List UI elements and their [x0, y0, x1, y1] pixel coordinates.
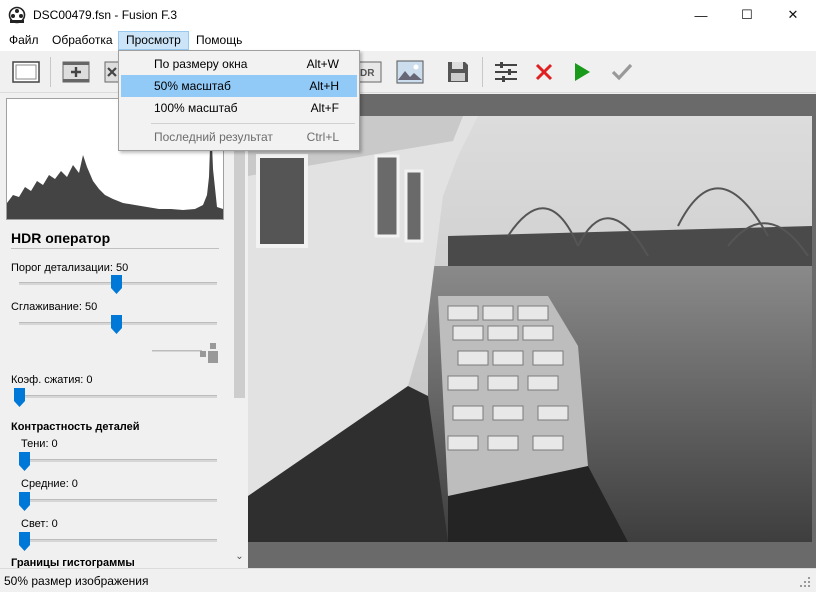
add-frame-button[interactable] — [60, 57, 92, 87]
shadows-track[interactable] — [24, 459, 217, 462]
compression-thumb[interactable] — [14, 388, 25, 407]
menu-item-zoom-50[interactable]: 50% масштаб Alt+H — [121, 75, 357, 97]
save-button[interactable] — [442, 57, 474, 87]
menu-item-fit-window[interactable]: По размеру окна Alt+W — [121, 53, 357, 75]
maximize-button[interactable]: ☐ — [724, 0, 770, 30]
svg-text:DR: DR — [360, 68, 375, 79]
apply-icon — [611, 63, 633, 81]
smoothing-thumb[interactable] — [111, 315, 122, 334]
left-panel: HDR оператор Порог детализации: 50 Сглаж… — [0, 94, 248, 568]
resize-grip-icon[interactable] — [800, 577, 812, 589]
save-icon — [448, 62, 468, 82]
scroll-down-icon[interactable]: ⌄ — [234, 550, 245, 564]
toolbar-separator — [50, 57, 51, 87]
apply-button[interactable] — [606, 57, 638, 87]
smoothing-label: Сглаживание: 50 — [11, 301, 98, 313]
preview-photo[interactable] — [248, 116, 812, 542]
midtones-thumb[interactable] — [19, 492, 30, 511]
settings-sliders-icon — [495, 62, 517, 82]
preview-area — [248, 94, 816, 568]
add-frame-icon — [62, 61, 90, 83]
frame-button[interactable] — [10, 57, 42, 87]
midtones-track[interactable] — [24, 499, 217, 502]
title-bar: DSC00479.fsn - Fusion F.3 — ☐ ✕ — [0, 0, 816, 30]
detail-contrast-title: Контрастность деталей — [11, 421, 140, 433]
menu-item-label: Последний результат — [154, 130, 273, 144]
detail-threshold-thumb[interactable] — [111, 275, 122, 294]
compression-label: Коэф. сжатия: 0 — [11, 374, 93, 386]
cancel-icon — [535, 63, 553, 81]
menu-item-shortcut: Alt+F — [310, 101, 339, 115]
close-button[interactable]: ✕ — [770, 0, 816, 30]
settings-sliders-button[interactable] — [490, 57, 522, 87]
view-dropdown-menu: По размеру окна Alt+W 50% масштаб Alt+H … — [118, 50, 360, 151]
midtones-label: Средние: 0 — [21, 478, 78, 490]
size-grip-icon — [200, 343, 218, 363]
status-bar: 50% размер изображения — [0, 568, 816, 592]
toolbar-separator — [482, 57, 483, 87]
menu-bar: Файл Обработка Просмотр Помощь — [0, 30, 816, 51]
landscape-icon — [396, 60, 424, 84]
compression-track[interactable] — [19, 395, 217, 398]
menu-separator — [151, 123, 355, 124]
window-title: DSC00479.fsn - Fusion F.3 — [33, 8, 178, 22]
menu-view[interactable]: Просмотр — [118, 31, 189, 50]
menu-item-zoom-100[interactable]: 100% масштаб Alt+F — [121, 97, 357, 119]
shadows-label: Тени: 0 — [21, 438, 58, 450]
section-divider — [11, 248, 219, 249]
highlights-label: Свет: 0 — [21, 518, 58, 530]
minimize-button[interactable]: — — [678, 0, 724, 30]
detail-threshold-label: Порог детализации: 50 — [11, 262, 129, 274]
menu-item-label: 50% масштаб — [154, 79, 231, 93]
menu-item-label: 100% масштаб — [154, 101, 238, 115]
menu-processing[interactable]: Обработка — [45, 31, 120, 50]
menu-item-shortcut: Alt+W — [306, 57, 339, 71]
shadows-thumb[interactable] — [19, 452, 30, 471]
menu-item-label: По размеру окна — [154, 57, 248, 71]
cancel-button[interactable] — [528, 57, 560, 87]
highlights-track[interactable] — [24, 539, 217, 542]
hdr-operator-title: HDR оператор — [11, 230, 111, 246]
run-button[interactable] — [566, 57, 598, 87]
frame-icon — [12, 61, 40, 83]
status-text: 50% размер изображения — [4, 574, 149, 588]
menu-item-shortcut: Alt+H — [309, 79, 339, 93]
run-icon — [575, 63, 590, 81]
menu-item-last-result: Последний результат Ctrl+L — [121, 126, 357, 148]
highlights-thumb[interactable] — [19, 532, 30, 551]
menu-file[interactable]: Файл — [2, 31, 46, 50]
menu-item-shortcut: Ctrl+L — [306, 130, 339, 144]
app-icon — [8, 6, 26, 24]
histogram-bounds-title: Границы гистограммы — [11, 557, 135, 568]
mini-track — [152, 350, 202, 352]
menu-help[interactable]: Помощь — [189, 31, 249, 50]
panel-scrollbar[interactable]: ⌄ — [231, 94, 248, 568]
landscape-button[interactable] — [394, 57, 426, 87]
